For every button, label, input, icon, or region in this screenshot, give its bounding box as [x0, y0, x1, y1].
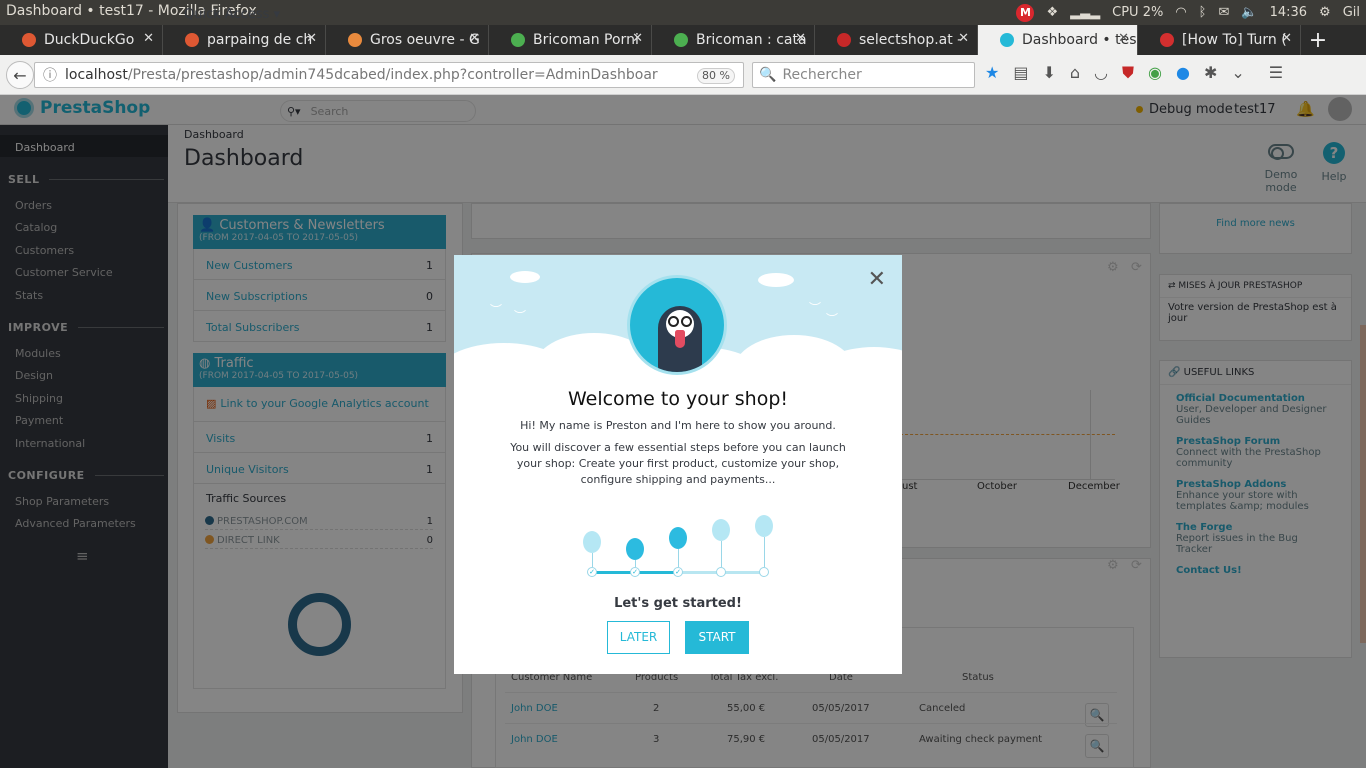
start-button[interactable]: START	[685, 621, 749, 654]
menu-icon[interactable]: ☰	[1269, 63, 1283, 83]
tab-label: parpaing de ch	[207, 32, 313, 48]
step-node: ✓	[630, 567, 640, 577]
tab-7[interactable]: [How To] Turn (✕	[1138, 25, 1301, 55]
network-graph-icon: ▂▃▂	[1070, 5, 1101, 20]
zoom-indicator[interactable]: 80 %	[697, 68, 735, 84]
extension-icon[interactable]: ◉	[1148, 63, 1162, 83]
balloon-string	[678, 549, 679, 567]
close-tab-icon[interactable]: ✕	[1281, 31, 1292, 46]
tab-label: [How To] Turn (	[1182, 32, 1287, 48]
favicon-icon	[1000, 33, 1014, 47]
reading-list-icon[interactable]: ▤	[1013, 63, 1028, 83]
mega-icon[interactable]: M	[1016, 3, 1035, 22]
tab-2[interactable]: Gros oeuvre - G ✕	[326, 25, 489, 55]
download-icon[interactable]: ⬇	[1042, 63, 1055, 83]
home-icon[interactable]: ⌂	[1070, 63, 1080, 83]
favicon-icon	[22, 33, 36, 47]
tab-4[interactable]: Bricoman : cata ✕	[652, 25, 815, 55]
overflow-chevron-icon[interactable]: ⌄	[1231, 63, 1244, 83]
account-icon[interactable]: ●	[1176, 63, 1190, 83]
system-tray: M ❖ ▂▃▂ CPU 2% ◠ ᛒ ✉ 🔈 14:36 ⚙ Gil	[1016, 0, 1366, 25]
back-button[interactable]: ←	[6, 61, 34, 89]
extension-bug-icon[interactable]: ✱	[1204, 63, 1217, 83]
info-icon[interactable]: ⓘ	[43, 65, 57, 85]
step-node	[759, 567, 769, 577]
balloon-string	[635, 560, 636, 567]
pocket-icon[interactable]: ◡	[1094, 63, 1108, 83]
ublock-icon[interactable]: ⛊	[1122, 63, 1134, 83]
url-host: localhost	[65, 67, 128, 83]
balloon-string	[764, 537, 765, 567]
close-tab-icon[interactable]: ✕	[306, 31, 317, 46]
balloon-icon	[583, 531, 601, 553]
tab-5[interactable]: selectshop.at - ✕	[815, 25, 978, 55]
tab-3[interactable]: Bricoman Porni ✕	[489, 25, 652, 55]
balloon-icon	[712, 519, 730, 541]
clock[interactable]: 14:36	[1270, 5, 1307, 20]
balloon-string	[592, 553, 593, 567]
close-tab-icon[interactable]: ✕	[795, 31, 806, 46]
bluetooth-icon[interactable]: ᛒ	[1199, 5, 1207, 20]
close-tab-icon[interactable]: ✕	[1118, 31, 1129, 46]
wifi-icon[interactable]: ◠	[1175, 5, 1186, 20]
mail-icon[interactable]: ✉	[1218, 5, 1229, 20]
quick-access-menu[interactable]: Quick Access ▾	[184, 7, 280, 22]
close-tab-icon[interactable]: ✕	[632, 31, 643, 46]
balloon-icon	[669, 527, 687, 549]
favicon-icon	[348, 33, 362, 47]
balloon-string	[721, 541, 722, 567]
preston-mascot-icon	[627, 275, 727, 375]
step-node	[716, 567, 726, 577]
tab-label: DuckDuckGo	[44, 32, 135, 48]
favicon-icon	[674, 33, 688, 47]
tab-label: Bricoman Porni	[533, 32, 639, 48]
search-placeholder: Rechercher	[782, 67, 862, 83]
close-icon[interactable]: ✕	[868, 267, 886, 292]
modal-body: You will discover a few essential steps …	[510, 441, 846, 486]
url-bar[interactable]: ⓘ localhost/Presta/prestashop/admin745dc…	[34, 62, 766, 88]
modal-title: Welcome to your shop!	[567, 388, 789, 410]
user-name[interactable]: Gil	[1343, 5, 1360, 20]
browser-tab-strip: DuckDuckGo ✕ parpaing de ch ✕ Gros oeuvre - …	[0, 25, 1366, 55]
modal-cta: Let's get started!	[614, 596, 742, 611]
step-node: ✓	[587, 567, 597, 577]
tab-label: selectshop.at -	[859, 32, 963, 48]
browser-navbar: ← ⓘ localhost/Presta/prestashop/admin745…	[0, 55, 1366, 95]
step-node: ✓	[673, 567, 683, 577]
dropbox-icon[interactable]: ❖	[1046, 5, 1058, 20]
favicon-icon	[837, 33, 851, 47]
settings-icon[interactable]: ⚙	[1319, 5, 1331, 20]
tab-label: Gros oeuvre - G	[370, 32, 480, 48]
search-icon: 🔍	[759, 67, 777, 83]
new-tab-button[interactable]: +	[1301, 25, 1335, 55]
tab-0[interactable]: DuckDuckGo ✕	[0, 25, 163, 55]
volume-icon[interactable]: 🔈	[1241, 5, 1257, 20]
cpu-indicator[interactable]: CPU 2%	[1112, 5, 1163, 20]
balloon-icon	[755, 515, 773, 537]
close-tab-icon[interactable]: ✕	[143, 31, 154, 46]
close-tab-icon[interactable]: ✕	[469, 31, 480, 46]
tab-label: Bricoman : cata	[696, 32, 807, 48]
search-bar[interactable]: 🔍 Rechercher	[752, 62, 975, 88]
tab-6[interactable]: Dashboard • tes ✕	[978, 25, 1138, 55]
toolbar-icons: ★ ▤ ⬇ ⌂ ◡ ⛊ ◉ ● ✱ ⌄ ☰	[985, 63, 1283, 83]
balloon-icon	[626, 538, 644, 560]
modal-intro: Hi! My name is Preston and I'm here to s…	[520, 419, 836, 432]
favicon-icon	[185, 33, 199, 47]
favicon-icon	[1160, 33, 1174, 47]
url-path: /Presta/prestashop/admin745dcabed/index.…	[127, 67, 658, 83]
close-tab-icon[interactable]: ✕	[958, 31, 969, 46]
favicon-icon	[511, 33, 525, 47]
bookmark-star-icon[interactable]: ★	[985, 63, 999, 83]
later-button[interactable]: LATER	[607, 621, 670, 654]
welcome-modal: ︶ ︶ ︶ ︶ ✕ Welcome to your shop! Hi! My n…	[454, 255, 902, 674]
tab-1[interactable]: parpaing de ch ✕	[163, 25, 326, 55]
